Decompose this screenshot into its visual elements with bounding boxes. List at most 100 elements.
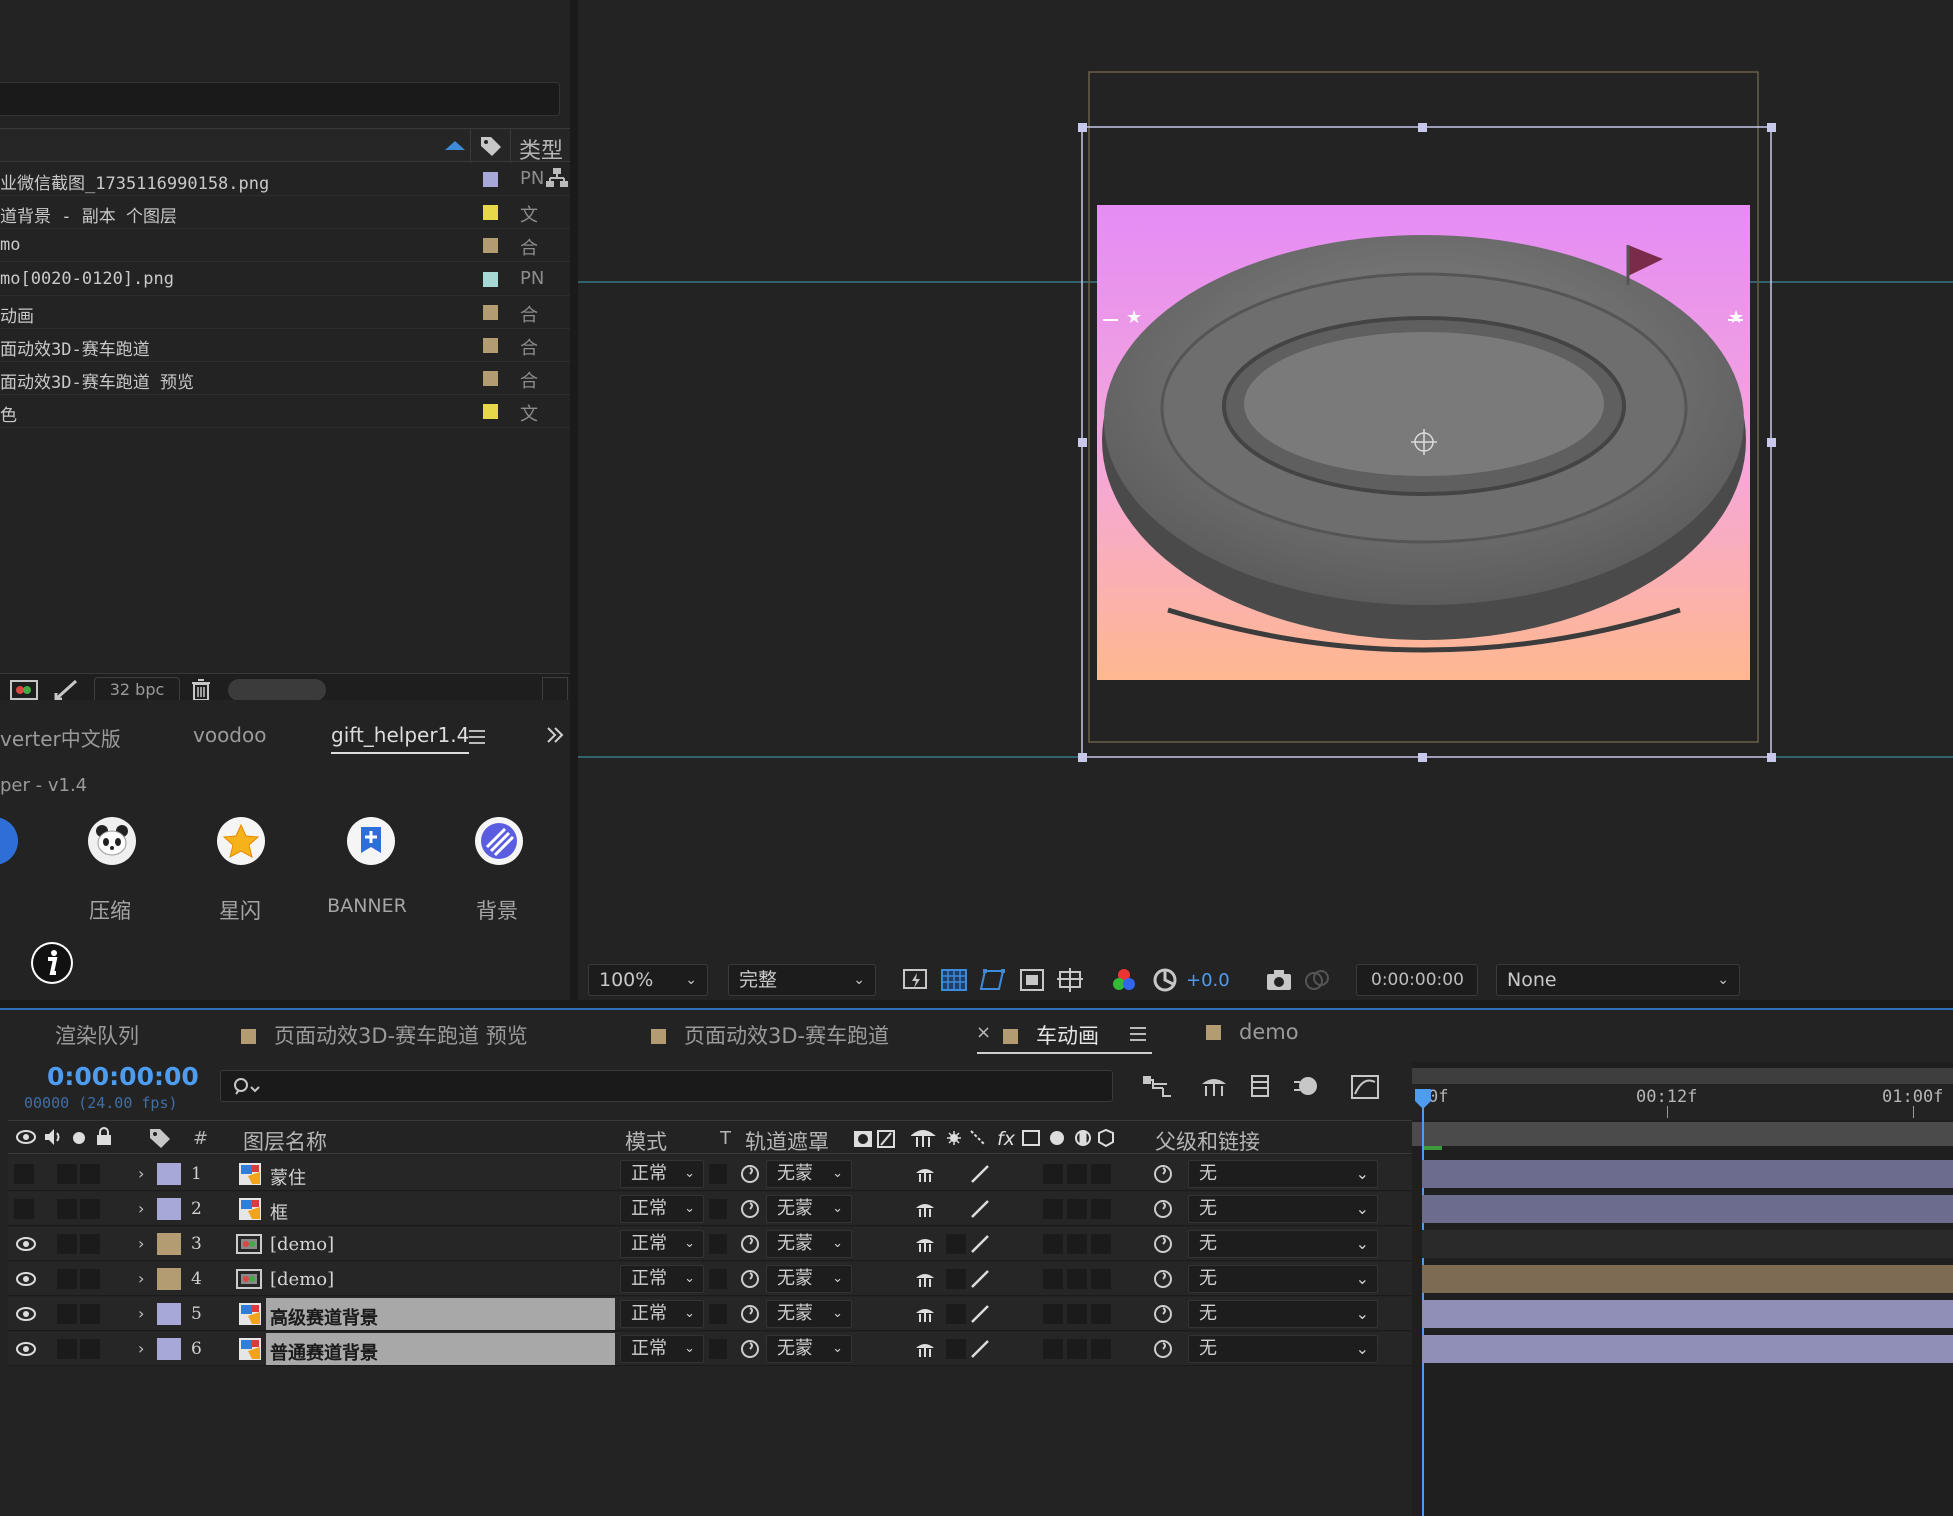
layer-name[interactable]: [demo] [270,1234,334,1255]
layer-row[interactable]: › 4 [demo] 正常 ⌄ 无蒙 ⌄ 无 ⌄ [8,1262,1412,1296]
work-area-bar[interactable] [1412,1122,1953,1146]
layer-duration-bar[interactable] [1422,1195,1953,1223]
project-item[interactable]: 业微信截图_1735116990158.png PN [0,163,570,196]
color-management-icon[interactable] [1151,967,1179,993]
audio-icon[interactable] [43,1127,63,1147]
bit-depth-button[interactable]: 32 bpc [94,677,180,700]
interpret-footage-icon[interactable] [10,679,38,700]
tab-comp-preview[interactable]: 页面动效3D-赛车跑道 预览 [241,1020,528,1050]
lock-icon[interactable] [95,1126,113,1146]
panel-divider-horizontal[interactable] [0,1000,1953,1008]
layer-label-color[interactable] [157,1303,181,1325]
adjustment-toggle[interactable] [1067,1339,1087,1359]
comp-flowchart-icon[interactable] [1141,1072,1173,1100]
layer-duration-bar[interactable] [1422,1160,1953,1188]
3d-layer-toggle[interactable] [1091,1234,1111,1254]
composition-canvas[interactable]: ★ ★ [578,0,1953,960]
mask-visibility-icon[interactable] [979,967,1007,993]
parent-pick-whip-icon[interactable] [1152,1338,1174,1360]
parent-select[interactable]: 无 ⌄ [1188,1265,1378,1293]
audio-toggle[interactable] [57,1269,77,1289]
label-tag-icon[interactable] [479,135,503,157]
project-item[interactable]: mo 合 [0,229,570,263]
project-item[interactable]: 动画 合 [0,296,570,329]
camera-icon[interactable] [1265,967,1293,993]
composition-viewer[interactable]: ★ ★ [578,0,1953,1000]
playhead-icon[interactable] [1414,1088,1432,1110]
label-color-swatch[interactable] [483,404,498,420]
label-color-swatch[interactable] [483,271,498,287]
preserve-transparency-toggle[interactable] [709,1164,727,1184]
graph-editor-icon[interactable] [1350,1072,1380,1100]
region-of-interest-icon[interactable] [1018,967,1046,993]
tab-comp-track[interactable]: 页面动效3D-赛车跑道 [651,1020,889,1050]
label-tag-icon[interactable] [148,1127,172,1149]
close-tab-icon[interactable]: × [976,1022,991,1043]
parent-pick-whip-icon[interactable] [1152,1163,1174,1185]
track-matte-select[interactable]: 无蒙 ⌄ [766,1265,852,1293]
shy-icon[interactable] [914,1164,936,1184]
pick-whip-icon[interactable] [740,1233,760,1255]
eye-icon[interactable] [16,1236,36,1252]
trash-icon[interactable] [190,678,212,700]
zoom-select[interactable]: 100% ⌄ [588,964,708,996]
expand-chevron-icon[interactable]: › [138,1269,144,1288]
parent-pick-whip-icon[interactable] [1152,1198,1174,1220]
layer-row[interactable]: › 1 蒙住 正常 ⌄ 无蒙 ⌄ 无 ⌄ [8,1157,1412,1191]
3d-layer-toggle[interactable] [1091,1164,1111,1184]
audio-toggle[interactable] [57,1234,77,1254]
project-item[interactable]: 色文 [0,395,570,429]
parent-select[interactable]: 无 ⌄ [1188,1195,1378,1223]
motion-blur-toggle[interactable] [1043,1199,1063,1219]
3d-layer-toggle[interactable] [1091,1304,1111,1324]
layer-label-color[interactable] [157,1198,181,1220]
layer-row[interactable]: › 3 [demo] 正常 ⌄ 无蒙 ⌄ 无 ⌄ [8,1227,1412,1261]
panel-divider[interactable] [570,0,578,1000]
preserve-transparency-toggle[interactable] [709,1304,727,1324]
project-item[interactable]: mo[0020-0120].png PN [0,263,570,296]
shy-icon[interactable] [914,1304,936,1324]
parent-select[interactable]: 无 ⌄ [1188,1160,1378,1188]
motion-blur-icon[interactable] [1292,1072,1320,1100]
track-matte-select[interactable]: 无蒙 ⌄ [766,1160,852,1188]
frame-blending-icon[interactable] [1246,1072,1274,1100]
eye-icon[interactable] [16,1341,36,1357]
quality-icon[interactable] [969,1233,991,1255]
collapse-toggle[interactable] [946,1339,966,1359]
track-matte-select[interactable]: 无蒙 ⌄ [766,1230,852,1258]
layer-row[interactable]: › 2 框 正常 ⌄ 无蒙 ⌄ 无 ⌄ [8,1192,1412,1226]
track-matte-select[interactable]: 无蒙 ⌄ [766,1300,852,1328]
pick-whip-icon[interactable] [740,1163,760,1185]
project-item[interactable]: 面动效3D-赛车跑道 预览 合 [0,362,570,396]
project-menu-button[interactable] [542,677,568,700]
expand-chevron-icon[interactable]: › [138,1304,144,1323]
preserve-transparency-toggle[interactable] [709,1234,727,1254]
current-time-display[interactable]: 0:00:00:00 [47,1062,199,1091]
time-navigator[interactable] [1412,1068,1953,1084]
eye-icon[interactable] [16,1306,36,1322]
visibility-toggle[interactable] [14,1164,34,1184]
star-icon[interactable] [217,817,265,865]
project-item[interactable]: 道背景 - 副本 个图层 文 [0,196,570,230]
stripes-icon[interactable] [475,817,523,865]
quality-icon[interactable] [969,1198,991,1220]
tab-converter[interactable]: verter中文版 [0,723,121,752]
expand-chevron-icon[interactable]: › [138,1199,144,1218]
solo-toggle[interactable] [80,1339,100,1359]
layer-duration-bar[interactable] [1422,1335,1953,1363]
adjustment-toggle[interactable] [1067,1199,1087,1219]
collapse-toggle[interactable] [946,1234,966,1254]
parent-select[interactable]: 无 ⌄ [1188,1300,1378,1328]
eye-icon[interactable] [16,1271,36,1287]
quality-icon[interactable] [969,1303,991,1325]
project-search-input[interactable] [0,82,560,116]
show-snapshot-icon[interactable] [1303,967,1331,993]
audio-toggle[interactable] [57,1304,77,1324]
solo-toggle[interactable] [80,1199,100,1219]
layer-label-color[interactable] [157,1233,181,1255]
solo-toggle[interactable] [80,1234,100,1254]
layer-name[interactable]: 高级赛道背景 [270,1304,378,1330]
collapse-toggle[interactable] [946,1269,966,1289]
layer-name[interactable]: 普通赛道背景 [270,1339,378,1365]
partial-icon[interactable] [0,817,18,865]
